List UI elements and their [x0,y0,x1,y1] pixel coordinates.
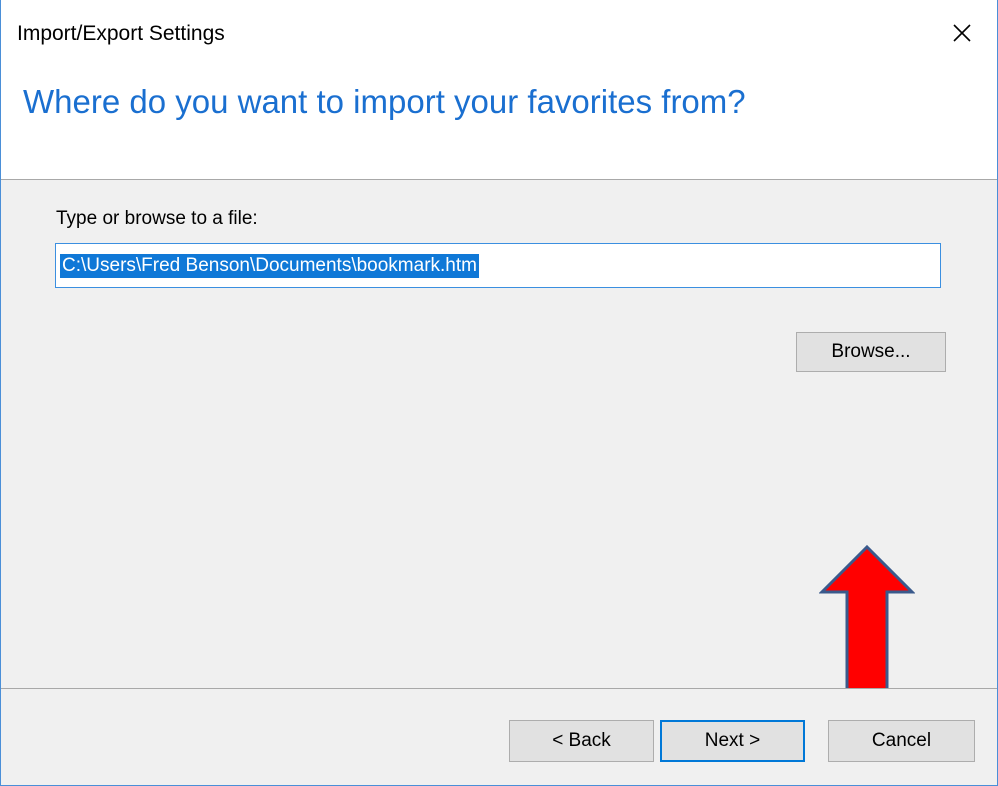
close-icon [953,24,971,42]
cancel-button[interactable]: Cancel [828,720,975,762]
wizard-body: Type or browse to a file: C:\Users\Fred … [1,180,997,746]
next-button[interactable]: Next > [660,720,805,762]
back-button[interactable]: < Back [509,720,654,762]
wizard-header: Where do you want to import your favorit… [1,68,997,180]
file-field-label: Type or browse to a file: [56,208,258,229]
title-bar: Import/Export Settings [1,0,997,68]
close-button[interactable] [927,0,997,66]
page-title: Where do you want to import your favorit… [23,83,746,120]
wizard-footer: < Back Next > Cancel [1,689,997,785]
file-path-value[interactable]: C:\Users\Fred Benson\Documents\bookmark.… [60,254,479,278]
window-title: Import/Export Settings [17,22,225,45]
browse-button[interactable]: Browse... [796,332,946,372]
file-path-input[interactable]: C:\Users\Fred Benson\Documents\bookmark.… [55,243,941,288]
import-export-dialog: Import/Export Settings Where do you want… [0,0,998,786]
